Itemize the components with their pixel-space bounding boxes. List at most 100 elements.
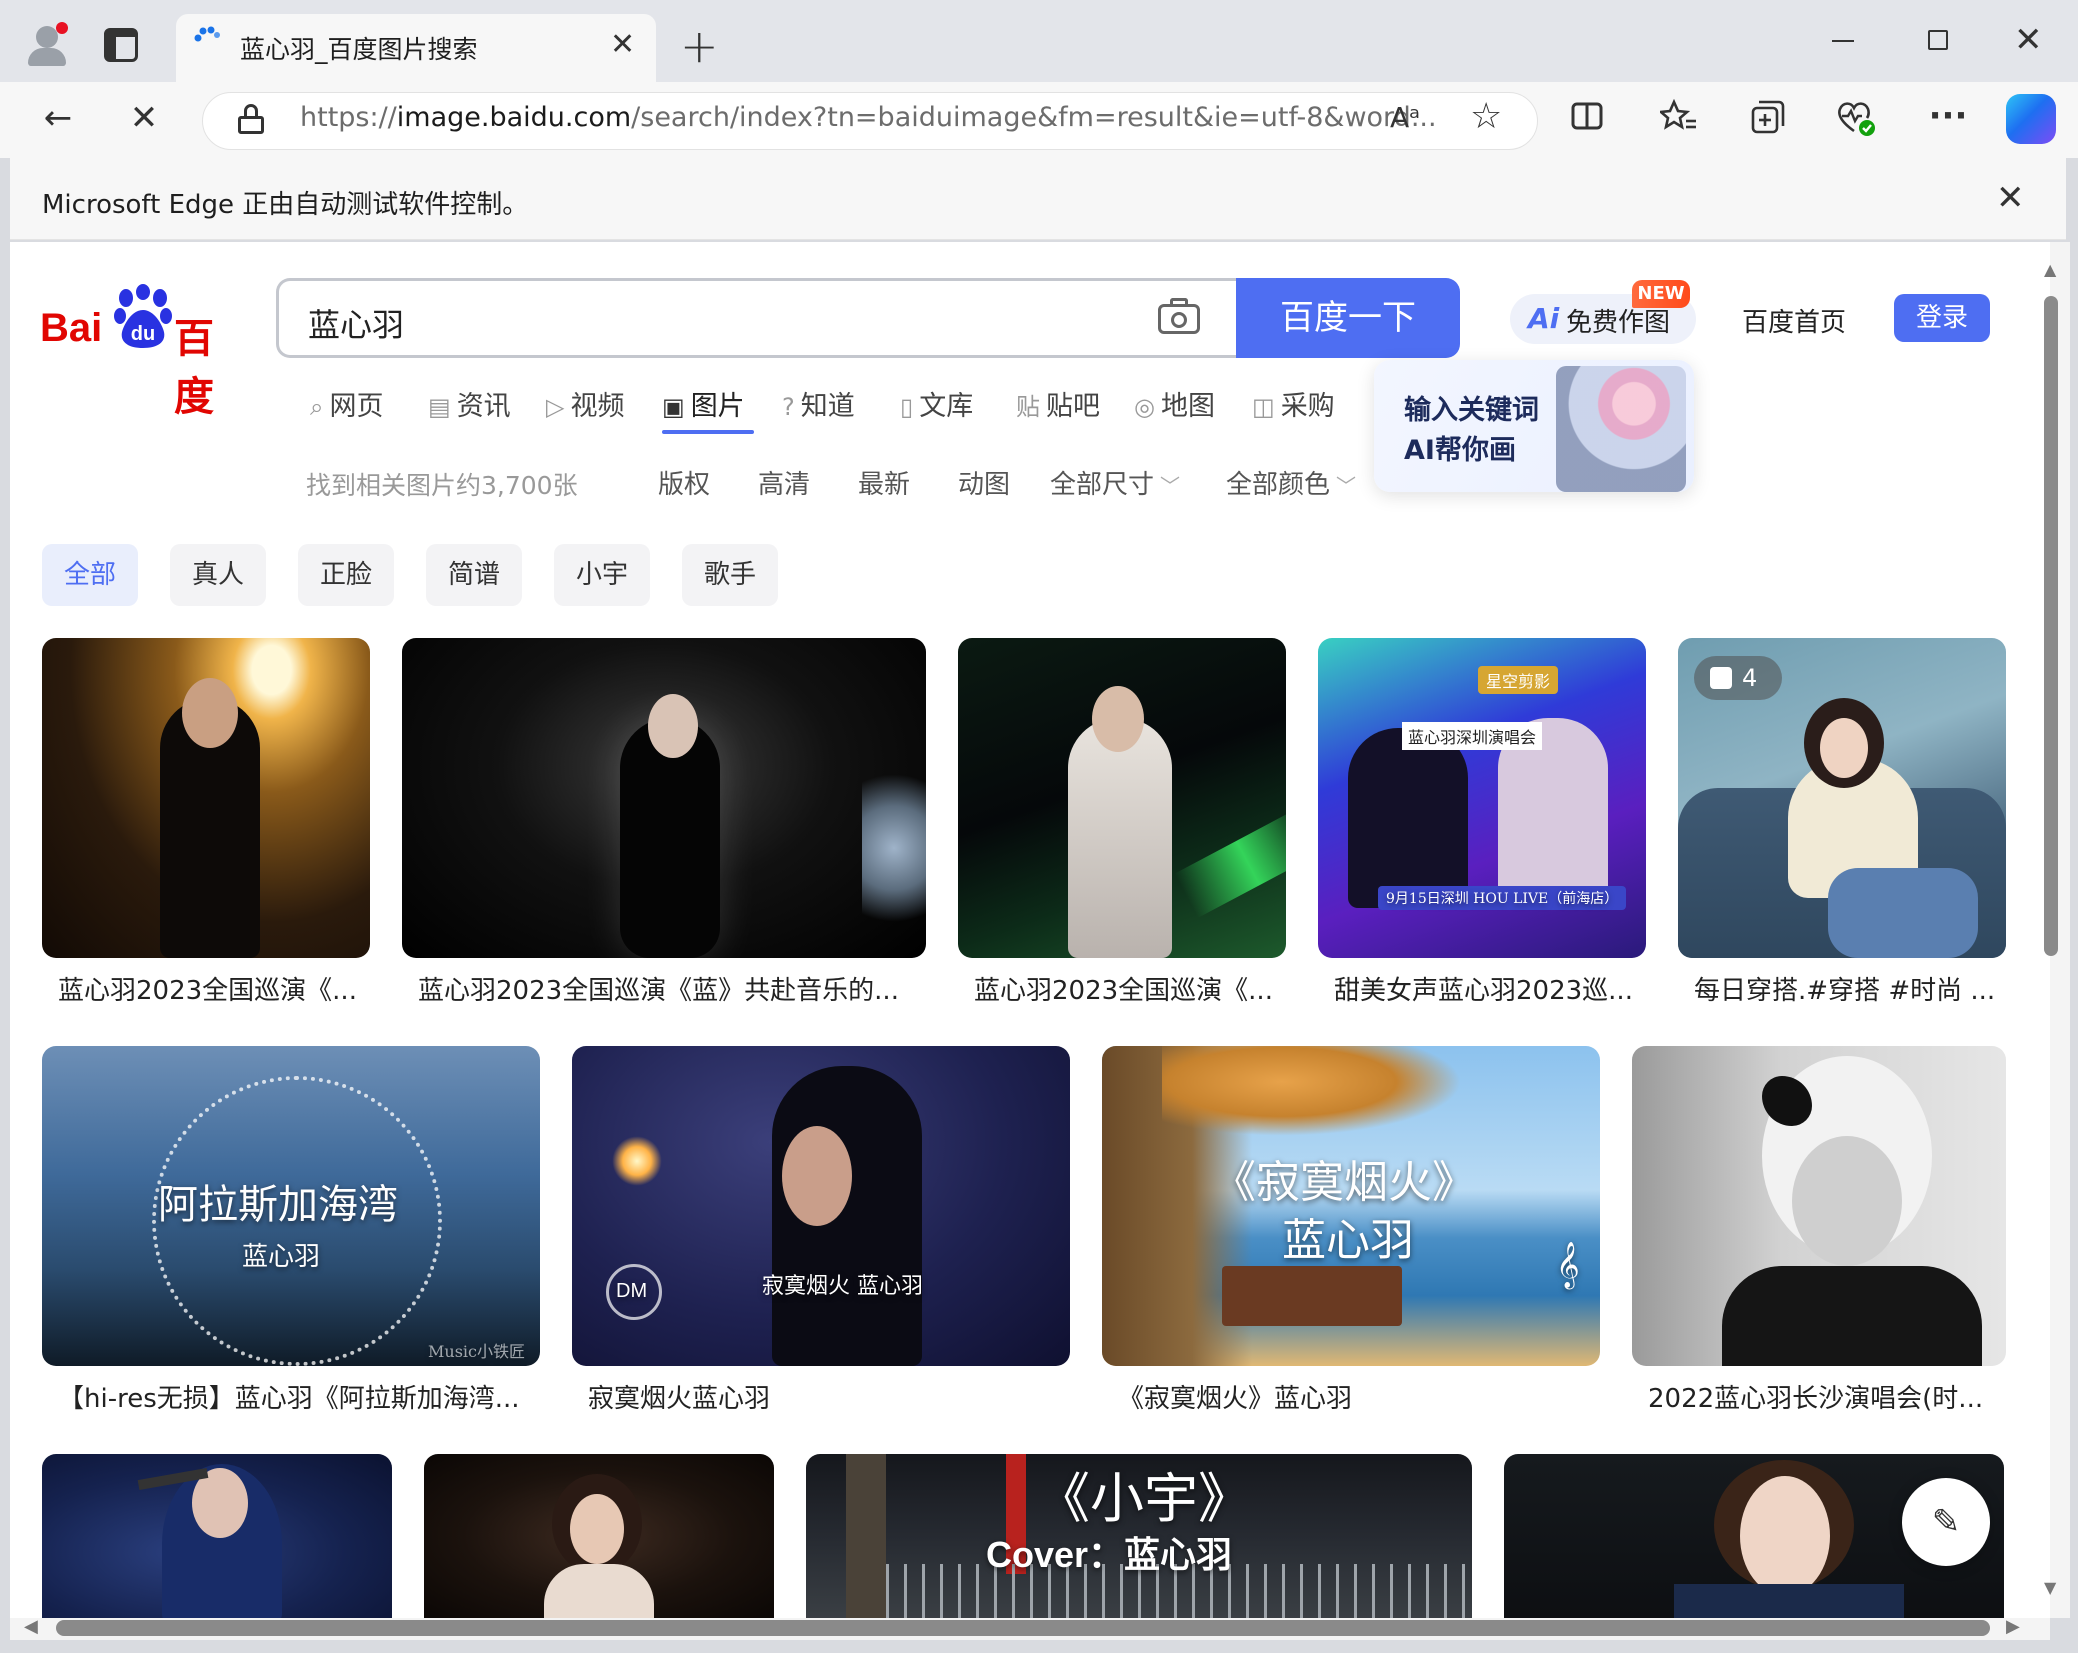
nav-zhidao[interactable]: ? 知道 [782,384,855,423]
multi-image-badge: 4 [1694,656,1782,700]
window-close-button[interactable]: ✕ [2014,20,2043,60]
image-overlay-text: 9月15日深圳 HOU LIVE（前海店） [1378,886,1627,910]
image-overlay-text: 星空剪影 [1478,666,1559,694]
filter-size-dropdown[interactable]: 全部尺寸 ﹀ [1050,464,1180,501]
scroll-down-arrow-icon[interactable]: ▼ [2044,1578,2056,1597]
chip-all[interactable]: 全部 [42,544,138,606]
favorites-icon[interactable] [1660,99,1698,133]
nav-purchase[interactable]: ◫ 采购 [1252,384,1335,423]
camera-icon[interactable] [1158,298,1200,334]
nav-label: 知道 [800,391,855,422]
image-overlay-sub: Cover：蓝心羽 [986,1534,1233,1575]
filter-size-label: 全部尺寸 [1050,470,1155,500]
profile-icon[interactable] [22,18,72,68]
read-aloud-icon[interactable]: Aᵃ [1390,101,1420,134]
nav-label: 网页 [329,391,384,422]
horizontal-scrollbar-thumb[interactable] [56,1620,1990,1636]
result-image[interactable]: DM 寂寞烟火 蓝心羽 [572,1046,1070,1366]
chip-singer[interactable]: 歌手 [682,544,778,606]
scroll-left-arrow-icon[interactable]: ◀ [24,1616,38,1637]
baidu-paw-icon: du [114,284,172,348]
back-icon[interactable]: ← [34,98,82,138]
filter-latest[interactable]: 最新 [858,464,910,501]
result-caption[interactable]: 寂寞烟火蓝心羽 [588,1378,1058,1415]
chip-sheet-music[interactable]: 简谱 [426,544,522,606]
nav-tieba[interactable]: 贴贴吧 [1016,384,1100,423]
nav-label: 地图 [1160,391,1215,422]
result-image[interactable] [424,1454,774,1618]
filter-hd[interactable]: 高清 [758,464,810,501]
filter-animated[interactable]: 动图 [958,464,1010,501]
nav-label: 文库 [919,391,974,422]
chip-xiaoyu[interactable]: 小宇 [554,544,650,606]
nav-images[interactable]: ▣ 图片 [662,384,745,423]
login-button[interactable]: 登录 [1894,294,1990,342]
tab-actions-icon[interactable] [104,28,138,62]
edit-icon[interactable]: ✎ [1902,1478,1990,1566]
result-image[interactable] [42,638,370,958]
result-caption[interactable]: 蓝心羽2023全国巡演《蓝》共赴音乐的... [418,970,918,1007]
browser-essentials-icon[interactable] [1836,99,1876,137]
nav-video[interactable]: ▷ 视频 [546,384,624,423]
ai-logo-icon: Ai [1528,302,1560,335]
image-overlay-text: 蓝心羽深圳演唱会 [1402,722,1543,750]
result-caption[interactable]: 【hi-res无损】蓝心羽《阿拉斯加海湾... [58,1378,528,1415]
result-image[interactable] [402,638,926,958]
result-image[interactable]: 星空剪影 蓝心羽深圳演唱会 9月15日深圳 HOU LIVE（前海店） [1318,638,1646,958]
document-icon: ▯ [900,393,914,421]
more-icon[interactable]: ··· [1924,96,1972,136]
result-image[interactable] [958,638,1286,958]
result-image[interactable]: 《寂寞烟火》 蓝心羽 𝄞 [1102,1046,1600,1366]
nav-active-underline [662,430,754,434]
baidu-home-link[interactable]: 百度首页 [1742,302,1846,339]
tab-close-icon[interactable]: ✕ [610,30,635,60]
question-icon: ? [782,393,795,421]
image-overlay-title: 寂寞烟火 蓝心羽 [762,1274,923,1299]
image-overlay-title: 《寂寞烟火》 [1212,1157,1476,1208]
result-caption[interactable]: 《寂寞烟火》蓝心羽 [1118,1378,1588,1415]
lock-icon[interactable] [238,104,264,134]
result-image[interactable] [1632,1046,2006,1366]
filter-color-dropdown[interactable]: 全部颜色 ﹀ [1226,464,1356,501]
search-input[interactable]: 蓝心羽 [308,300,404,346]
result-caption[interactable]: 蓝心羽2023全国巡演《... [974,970,1284,1007]
nav-web[interactable]: ⌕ 网页 [310,384,383,423]
image-watermark: Music小铁匠 [428,1342,525,1361]
result-caption[interactable]: 每日穿搭.#穿搭 #时尚 ... [1694,970,2004,1007]
chip-real-person[interactable]: 真人 [170,544,266,606]
shopping-icon: ◫ [1252,393,1275,421]
search-button[interactable]: 百度一下 [1236,278,1460,358]
infobar-close-icon[interactable]: ✕ [1996,178,2025,218]
maximize-button[interactable] [1928,30,1948,50]
result-caption[interactable]: 蓝心羽2023全国巡演《... [58,970,368,1007]
tieba-icon: 贴 [1016,393,1040,421]
result-caption[interactable]: 2022蓝心羽长沙演唱会(时... [1648,1378,1998,1415]
tab-title: 蓝心羽_百度图片搜索 [240,35,478,64]
url-text[interactable]: https://image.baidu.com/search/index?tn=… [300,102,1437,133]
result-image[interactable]: 《小宇》 Cover：蓝心羽 [806,1454,1472,1618]
collections-icon[interactable] [1750,99,1786,135]
nav-news[interactable]: ▤ 资讯 [428,384,511,423]
scroll-up-arrow-icon[interactable]: ▲ [2044,260,2056,279]
search-box[interactable] [276,278,1238,358]
scroll-right-arrow-icon[interactable]: ▶ [2006,1616,2020,1637]
copilot-icon[interactable] [2006,94,2056,144]
result-count: 找到相关图片约3,700张 [306,471,578,500]
vertical-scrollbar-thumb[interactable] [2044,296,2058,956]
baidu-logo[interactable]: Bai du 百度 [40,284,250,420]
split-screen-icon[interactable] [1570,99,1604,133]
filter-copyright[interactable]: 版权 [658,464,710,501]
stop-icon[interactable]: ✕ [120,98,168,138]
minimize-button[interactable] [1832,40,1854,42]
infobar-message: Microsoft Edge 正由自动测试软件控制。 [42,190,529,220]
image-overlay-title: 阿拉斯加海湾 [158,1182,398,1228]
result-image[interactable] [42,1454,392,1618]
new-tab-button[interactable]: + [680,20,719,72]
nav-wenku[interactable]: ▯ 文库 [900,384,973,423]
chip-front-face[interactable]: 正脸 [298,544,394,606]
star-icon[interactable]: ☆ [1470,96,1502,137]
ai-popup-illustration [1556,366,1686,492]
result-caption[interactable]: 甜美女声蓝心羽2023巡... [1334,970,1644,1007]
result-image[interactable]: 阿拉斯加海湾 蓝心羽 Music小铁匠 [42,1046,540,1366]
nav-map[interactable]: ◎ 地图 [1134,384,1215,423]
